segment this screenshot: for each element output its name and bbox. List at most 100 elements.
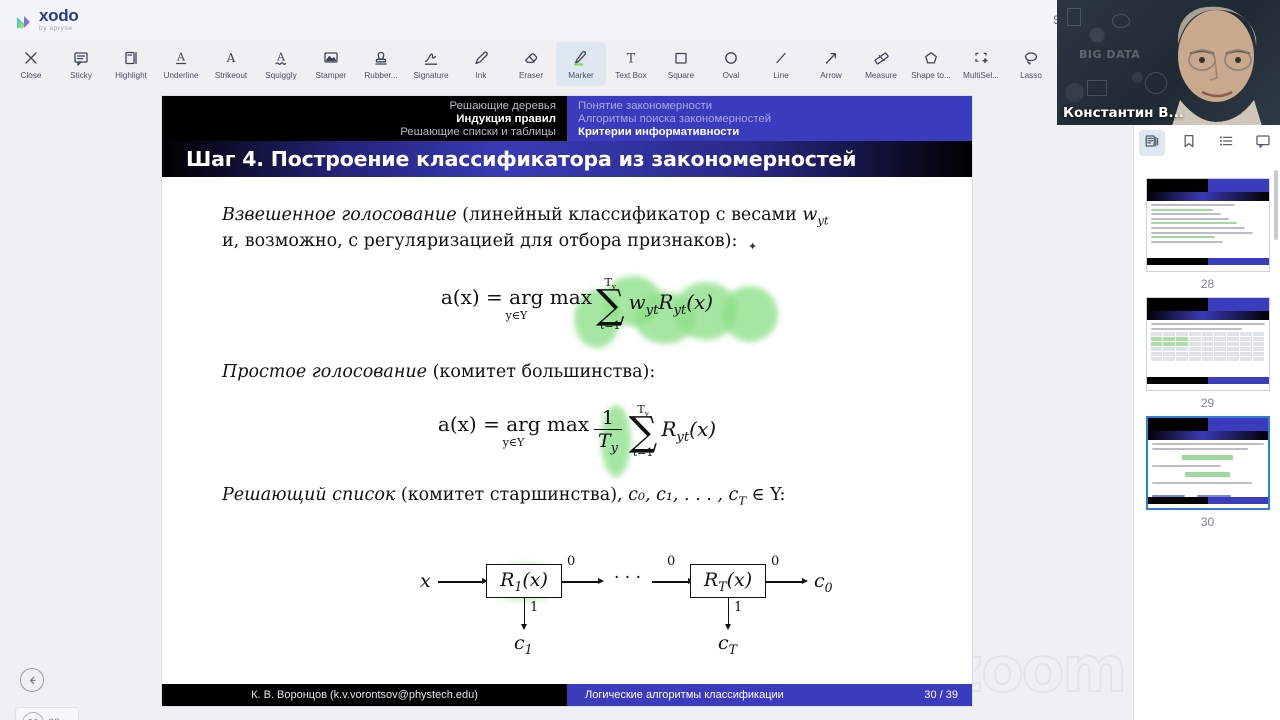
thumb-table-cell (1163, 347, 1176, 352)
tool-sticky[interactable]: Sticky (56, 42, 106, 86)
tool-line[interactable]: Line (756, 42, 806, 86)
paragraph-decision-list: Решающий список (комитет старшинства), c… (222, 483, 932, 509)
lasso-icon (1022, 49, 1040, 68)
tool-ink[interactable]: Ink (456, 42, 506, 86)
signature-icon (422, 49, 440, 68)
diagram-box1-arg: (x) (522, 569, 548, 592)
formula2-denominator: T (598, 429, 611, 452)
panel-tab-comment[interactable] (1250, 130, 1276, 156)
thumbnail-page-29[interactable] (1145, 297, 1270, 391)
xodo-pdf-viewer-window: xodo by apryse Sign CloseStickyHighlight… (0, 0, 1280, 720)
tool-label: MultiSel... (963, 70, 999, 80)
thumb-table-cell (1176, 352, 1188, 357)
xodo-mark-icon (14, 13, 34, 33)
formula2-body: Ryt(x) (661, 417, 716, 445)
thumbnail-page-number: 29 (1200, 396, 1215, 410)
formula2-under: y∈Y (502, 436, 525, 450)
formula2-numerator: 1 (601, 406, 614, 429)
thumb-table-cell (1214, 347, 1227, 352)
tool-lasso[interactable]: Lasso (1006, 42, 1056, 86)
thumb-table-cell (1163, 342, 1176, 347)
diagram-edge-label-0b: 0 (667, 554, 676, 570)
paragraph-simple-voting: Простое голосование (комитет большинства… (222, 360, 932, 385)
slide-title-bar: Шаг 4. Построение классификатора из зако… (162, 141, 972, 177)
page-navigation-widget[interactable]: 30 39 (15, 707, 79, 720)
strikeout-icon: A (222, 49, 240, 68)
formula1-sum-bot: t=1 (599, 318, 621, 332)
tool-oval[interactable]: Oval (706, 42, 756, 86)
marker-blob-5 (722, 285, 778, 342)
svg-text:T: T (627, 52, 636, 67)
panel-tab-outline-list[interactable] (1213, 130, 1239, 156)
formula1-w: w (628, 289, 646, 314)
tool-strikeout[interactable]: A Strikeout (206, 42, 256, 86)
formula2-arg: (x) (689, 416, 717, 441)
tool-text-box[interactable]: T Text Box (606, 42, 656, 86)
tool-signature[interactable]: Signature (406, 42, 456, 86)
tool-underline[interactable]: A Underline (156, 42, 206, 86)
back-navigation-button[interactable] (20, 668, 44, 692)
pdf-page[interactable]: Решающие деревья Индукция правил Решающи… (162, 96, 972, 706)
thumb-table-cell (1201, 332, 1214, 337)
panel-tab-bookmark[interactable] (1176, 130, 1202, 156)
slide-footer: К. В. Воронцов (k.v.vorontsov@phystech.e… (162, 684, 972, 706)
thumbnail-page-30[interactable] (1145, 416, 1270, 510)
tool-label: Signature (413, 70, 449, 80)
formula1-under: y∈Y (505, 309, 528, 323)
tool-arrow[interactable]: Arrow (806, 42, 856, 86)
tool-multisel[interactable]: MultiSel... (956, 42, 1006, 86)
thumb-table-cell (1214, 357, 1227, 362)
nav-left-item-2: Решающие списки и таблицы (400, 125, 556, 138)
thumb-table-cell (1201, 337, 1214, 342)
diagram-output-c1: c1 (514, 632, 533, 658)
tool-squiggly[interactable]: A Squiggly (256, 42, 306, 86)
tool-shape-to[interactable]: Shape to... (906, 42, 956, 86)
sigma-icon: ∑ (628, 408, 658, 455)
diagram-box2-arg: (x) (726, 569, 753, 592)
tool-eraser[interactable]: Eraser (506, 42, 556, 86)
thumb-table-cell (1150, 342, 1163, 347)
thumbnail-page-28[interactable] (1145, 178, 1270, 272)
tool-stamper[interactable]: Stamper (306, 42, 356, 86)
thumb-table-cell (1227, 357, 1239, 362)
tool-highlight[interactable]: Highlight (106, 42, 156, 86)
pdf-viewer-area[interactable]: zoom 30 39 Решающие деревья Индукция пра… (0, 88, 1133, 720)
decision-list-diagram: x R1(x) 0 · · · 0 RT(x) 0 c0 1 c1 1 cT (222, 522, 932, 657)
thumbnail-item[interactable]: 29 (1134, 297, 1280, 410)
thumbnail-item[interactable]: 28 (1134, 178, 1280, 291)
multi-select-icon (972, 49, 990, 68)
para1-weight-symbol: w (802, 205, 818, 225)
thumb-table-cell (1176, 332, 1188, 337)
thumbnail-page-number: 28 (1200, 277, 1215, 291)
oval-icon (722, 49, 740, 68)
current-page-indicator[interactable]: 30 (22, 712, 44, 720)
outline-list-icon (1217, 132, 1235, 155)
tool-square[interactable]: Square (656, 42, 706, 86)
thumb-table-cell (1188, 347, 1201, 352)
page-thumbnail-list[interactable]: 28 29 30 (1134, 170, 1280, 720)
panel-tab-bar (1134, 126, 1280, 160)
thumb-table-cell (1227, 332, 1239, 337)
thumbnails-icon (1143, 132, 1161, 155)
tool-label: Sticky (70, 70, 92, 80)
tool-marker[interactable]: Marker (556, 42, 606, 86)
webcam-decor-glyph (1087, 80, 1107, 96)
stamper-icon (322, 49, 340, 68)
formula-simple-voting: a(x) = arg max y∈Y 1 Ty Ty ∑ t=1 Ryt(x) (222, 403, 932, 477)
xodo-logo[interactable]: xodo by apryse (0, 7, 79, 33)
panel-tab-thumbnails[interactable] (1139, 130, 1166, 156)
thumb-table-cell (1176, 337, 1188, 342)
tool-close[interactable]: Close (6, 42, 56, 86)
tool-measure[interactable]: Measure (856, 42, 906, 86)
thumb-table-cell (1150, 337, 1163, 342)
thumbnail-item[interactable]: 30 (1134, 416, 1280, 529)
thumb-table-cell (1201, 342, 1214, 347)
para3-seq-sub: T (738, 493, 747, 508)
thumb-table-cell (1150, 352, 1163, 357)
thumb-table-cell (1227, 342, 1239, 347)
diagram-box2-sub: T (718, 578, 727, 594)
zoom-webcam-tile[interactable]: BIG DATA Константин В... (1057, 0, 1280, 125)
tool-rubber[interactable]: Rubber... (356, 42, 406, 86)
panel-scrollbar[interactable] (1274, 170, 1278, 240)
comment-icon (1254, 132, 1272, 155)
